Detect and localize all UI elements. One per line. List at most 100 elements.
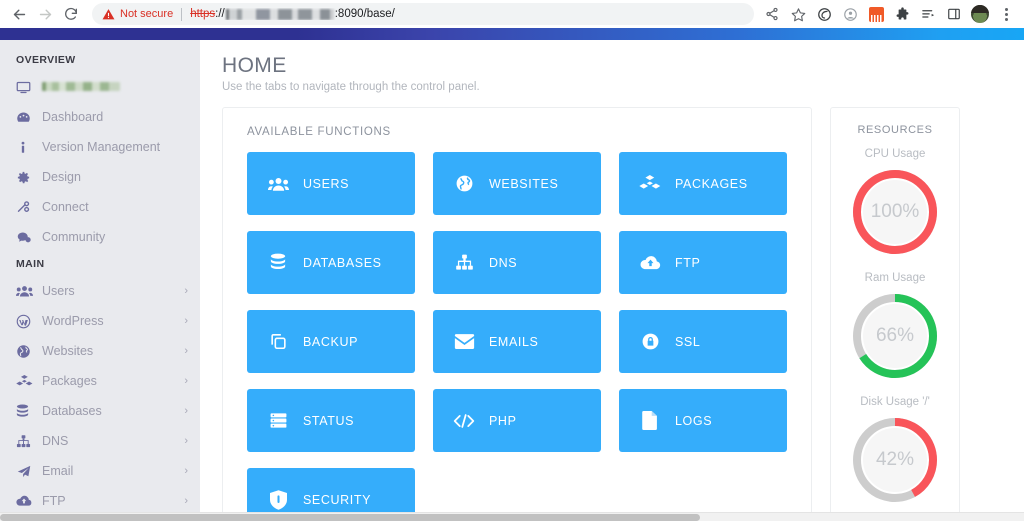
- tile-backup[interactable]: BACKUP: [247, 310, 415, 374]
- url-path: :8090/base/: [334, 8, 395, 20]
- tile-emails[interactable]: EMAILS: [433, 310, 601, 374]
- chevron-right-icon: ›: [184, 404, 188, 417]
- reading-list-icon[interactable]: [916, 2, 940, 26]
- tile-ftp[interactable]: FTP: [619, 231, 787, 295]
- profile-avatar-icon[interactable]: [968, 2, 992, 26]
- page-title: HOME: [222, 54, 287, 77]
- chrome-menu-kebab-icon[interactable]: [994, 2, 1018, 26]
- sidebar-item-users[interactable]: Users ›: [0, 276, 200, 306]
- tile-label: DNS: [489, 255, 518, 270]
- extension-orange-icon[interactable]: [864, 2, 888, 26]
- chevron-right-icon: ›: [184, 494, 188, 507]
- lock-circle-icon: [639, 331, 661, 353]
- tile-label: SSL: [675, 334, 701, 349]
- shield-icon: [267, 489, 289, 511]
- tile-label: STATUS: [303, 413, 355, 428]
- url-host-redacted: [225, 8, 334, 20]
- sidebar-item-label-redacted: [42, 80, 188, 94]
- tile-status[interactable]: STATUS: [247, 389, 415, 453]
- share-icon[interactable]: [760, 2, 784, 26]
- tile-users[interactable]: USERS: [247, 152, 415, 216]
- sidebar-item-version-management[interactable]: Version Management: [0, 132, 200, 162]
- chevron-right-icon: ›: [184, 434, 188, 447]
- tile-packages[interactable]: PACKAGES: [619, 152, 787, 216]
- content-row: AVAILABLE FUNCTIONS USERS WEBSITES PACKA…: [222, 107, 1006, 521]
- link-nodes-icon: [16, 200, 42, 215]
- sidebar-item-label: WordPress: [42, 314, 104, 328]
- horizontal-scrollbar[interactable]: [0, 512, 1024, 521]
- tile-databases[interactable]: DATABASES: [247, 231, 415, 295]
- sidebar-item-dns[interactable]: DNS ›: [0, 426, 200, 456]
- extension-user-icon[interactable]: [838, 2, 862, 26]
- gauge-cpu: 100%: [849, 166, 941, 258]
- packages-boxes-icon: [639, 173, 661, 195]
- cloud-upload-icon: [16, 494, 42, 508]
- sidebar-item-label: FTP: [42, 494, 66, 508]
- gauge-label-ram: Ram Usage: [864, 272, 926, 285]
- gauge-label-cpu: CPU Usage: [864, 148, 926, 161]
- tile-label: FTP: [675, 255, 701, 270]
- sidebar-item-dashboard[interactable]: Dashboard: [0, 102, 200, 132]
- page-subtitle: Use the tabs to navigate through the con…: [222, 81, 480, 94]
- bookmark-star-icon[interactable]: [786, 2, 810, 26]
- tile-label: BACKUP: [303, 334, 359, 349]
- extension-circle-icon[interactable]: [812, 2, 836, 26]
- gauge-value-ram: 66%: [875, 325, 915, 347]
- sidebar-item-websites[interactable]: Websites ›: [0, 336, 200, 366]
- tile-dns[interactable]: DNS: [433, 231, 601, 295]
- chevron-right-icon: ›: [184, 344, 188, 357]
- sidebar-item-packages[interactable]: Packages ›: [0, 366, 200, 396]
- not-secure-label: Not secure: [120, 8, 174, 20]
- sidebar-item-label: Community: [42, 230, 106, 244]
- gear-icon: [16, 170, 42, 185]
- globe-icon: [453, 173, 475, 195]
- sidebar-item-wordpress[interactable]: WordPress ›: [0, 306, 200, 336]
- tile-ssl[interactable]: SSL: [619, 310, 787, 374]
- sidebar-item-label: Connect: [42, 200, 89, 214]
- extensions-puzzle-icon[interactable]: [890, 2, 914, 26]
- wordpress-icon: [16, 314, 42, 329]
- chevron-right-icon: ›: [184, 314, 188, 327]
- paper-plane-icon: [16, 464, 42, 479]
- resources-card: RESOURCES CPU Usage 100% Ram Usage 66% D…: [830, 107, 960, 521]
- tile-label: LOGS: [675, 413, 713, 428]
- sidebar-item-community[interactable]: Community: [0, 222, 200, 252]
- sidebar-item-server[interactable]: [0, 72, 200, 102]
- sidebar-item-label: DNS: [42, 434, 69, 448]
- reload-button[interactable]: [58, 1, 84, 27]
- globe-icon: [16, 344, 42, 359]
- forward-button[interactable]: [32, 1, 58, 27]
- page-body: OVERVIEW Dashboard Version Management De…: [0, 40, 1024, 521]
- sidebar-item-label: Databases: [42, 404, 102, 418]
- omnibox-divider: [181, 7, 183, 21]
- forward-arrow-icon: [39, 9, 51, 19]
- sidebar-item-design[interactable]: Design: [0, 162, 200, 192]
- available-functions-title: AVAILABLE FUNCTIONS: [247, 126, 391, 139]
- sidebar-item-label: Dashboard: [42, 110, 104, 124]
- back-arrow-icon: [13, 9, 25, 19]
- url-scheme: https: [190, 8, 216, 20]
- sidebar-item-connect[interactable]: Connect: [0, 192, 200, 222]
- resources-title: RESOURCES: [857, 124, 933, 137]
- tile-logs[interactable]: LOGS: [619, 389, 787, 453]
- address-bar[interactable]: Not secure https://:8090/base/: [92, 3, 754, 25]
- copy-layers-icon: [267, 331, 289, 353]
- side-panel-icon[interactable]: [942, 2, 966, 26]
- database-icon: [267, 252, 289, 274]
- browser-toolbar-icons: [760, 2, 1018, 26]
- comments-icon: [16, 230, 42, 245]
- sidebar-item-label: Websites: [42, 344, 94, 358]
- sidebar-item-databases[interactable]: Databases ›: [0, 396, 200, 426]
- main-content: HOME Use the tabs to navigate through th…: [200, 40, 1024, 521]
- tile-label: DATABASES: [303, 255, 382, 270]
- back-button[interactable]: [6, 1, 32, 27]
- chevron-right-icon: ›: [184, 374, 188, 387]
- tile-php[interactable]: PHP: [433, 389, 601, 453]
- sitemap-icon: [16, 434, 42, 449]
- envelope-icon: [453, 331, 475, 353]
- code-brackets-icon: [453, 410, 475, 432]
- sidebar-item-email[interactable]: Email ›: [0, 456, 200, 486]
- sidebar-item-label: Version Management: [42, 140, 161, 154]
- tile-websites[interactable]: WEBSITES: [433, 152, 601, 216]
- scrollbar-thumb[interactable]: [0, 514, 700, 521]
